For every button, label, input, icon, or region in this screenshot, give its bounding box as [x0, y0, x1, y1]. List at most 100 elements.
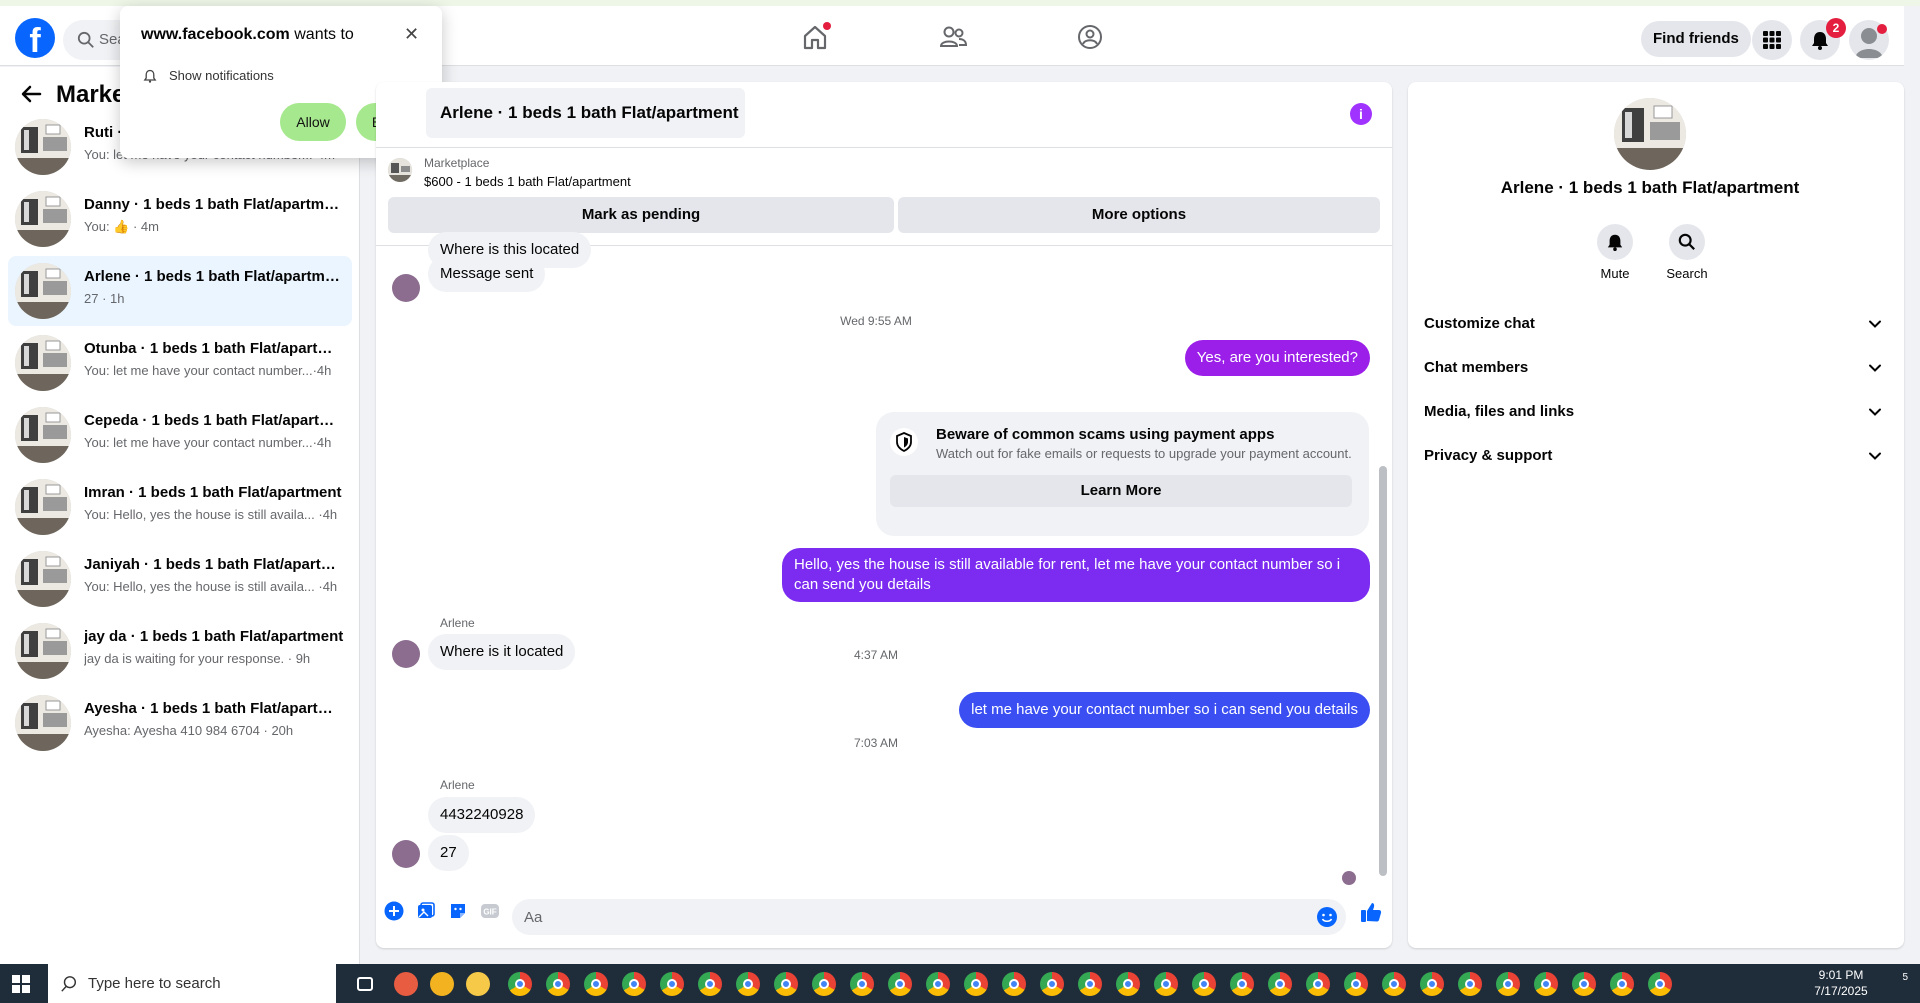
chrome-window-icon[interactable] — [1002, 972, 1026, 996]
plus-circle-icon[interactable] — [384, 901, 404, 921]
emoji-icon[interactable] — [1316, 906, 1338, 928]
info-icon[interactable]: i — [1350, 103, 1372, 125]
details-section-3[interactable]: Media, files and links — [1424, 394, 1884, 430]
chrome-window-icon[interactable] — [1040, 972, 1064, 996]
chrome-window-icon[interactable] — [774, 972, 798, 996]
listing-thumbnail[interactable] — [388, 158, 412, 182]
chrome-window-icon[interactable] — [964, 972, 988, 996]
chat-details-panel: Arlene · 1 beds 1 bath Flat/apartment Mu… — [1408, 82, 1904, 948]
message-line: can send you details — [794, 576, 931, 593]
action-center-count: 5 — [1902, 972, 1908, 983]
chrome-window-icon[interactable] — [1382, 972, 1406, 996]
listing-thumbnail — [15, 263, 71, 319]
chrome-window-icon[interactable] — [508, 972, 532, 996]
chrome-window-icon[interactable] — [1572, 972, 1596, 996]
outgoing-message: Yes, are you interested? — [1184, 340, 1370, 376]
incoming-message: 4432240928 — [428, 797, 536, 833]
chrome-window-icon[interactable] — [1116, 972, 1140, 996]
mute-action[interactable]: Mute — [1580, 224, 1650, 281]
chat-scrollbar-thumb[interactable] — [1379, 466, 1387, 876]
file-explorer-icon[interactable] — [466, 972, 490, 996]
chrome-window-icon[interactable] — [1344, 972, 1368, 996]
conversation-item[interactable]: Danny · 1 beds 1 bath Flat/apartment You:… — [8, 184, 352, 254]
conversation-item[interactable]: Ayesha · 1 beds 1 bath Flat/apartment Aye… — [8, 688, 352, 758]
chrome-window-icon[interactable] — [926, 972, 950, 996]
details-section-1[interactable]: Customize chat — [1424, 306, 1884, 342]
chrome-window-icon[interactable] — [888, 972, 912, 996]
chrome-window-icon[interactable] — [660, 972, 684, 996]
conversation-item[interactable]: jay da · 1 beds 1 bath Flat/apartment jay… — [8, 616, 352, 686]
shield-icon — [890, 428, 918, 456]
listing-thumbnail — [15, 623, 71, 679]
conversation-item[interactable]: Cepeda · 1 beds 1 bath Flat/apartment You… — [8, 400, 352, 470]
sticker-icon[interactable] — [448, 901, 468, 921]
chrome-window-icon[interactable] — [1192, 972, 1216, 996]
popup-close-icon[interactable]: ✕ — [404, 24, 419, 45]
chrome-window-icon[interactable] — [1230, 972, 1254, 996]
section-label: Media, files and links — [1424, 403, 1575, 420]
search-icon — [61, 976, 77, 992]
chrome-window-icon[interactable] — [1268, 972, 1292, 996]
search-action[interactable]: Search — [1652, 224, 1722, 281]
listing-thumbnail — [15, 695, 71, 751]
listing-price-title[interactable]: $600 - 1 beds 1 bath Flat/apartment — [424, 174, 631, 189]
chrome-window-icon[interactable] — [1496, 972, 1520, 996]
action-center-icon[interactable]: 5 — [1886, 972, 1908, 994]
chrome-window-icon[interactable] — [1534, 972, 1558, 996]
message-input[interactable]: Aa — [512, 899, 1346, 935]
chrome-window-icon[interactable] — [812, 972, 836, 996]
chat-header: Arlene · 1 beds 1 bath Flat/apartment i — [376, 82, 1392, 148]
chrome-window-icon[interactable] — [1648, 972, 1672, 996]
more-options-button[interactable]: More options — [898, 197, 1380, 233]
chrome-window-icon[interactable] — [1306, 972, 1330, 996]
conversation-item[interactable]: Imran · 1 beds 1 bath Flat/apartment You:… — [8, 472, 352, 542]
search-icon — [77, 31, 94, 48]
sender-avatar — [392, 840, 420, 868]
marketplace-label: Marketplace — [424, 156, 490, 170]
like-thumbs-up-icon[interactable] — [1359, 900, 1383, 924]
chat-title[interactable]: Arlene · 1 beds 1 bath Flat/apartment — [426, 88, 745, 138]
details-section-4[interactable]: Privacy & support — [1424, 438, 1884, 474]
conversation-item[interactable]: Arlene · 1 beds 1 bath Flat/apartment 27 … — [8, 256, 352, 326]
chrome-window-icon[interactable] — [1458, 972, 1482, 996]
mark-as-pending-button[interactable]: Mark as pending — [388, 197, 894, 233]
chrome-window-icon[interactable] — [622, 972, 646, 996]
chrome-window-icon[interactable] — [546, 972, 570, 996]
back-arrow-icon[interactable] — [20, 83, 42, 105]
system-clock[interactable]: 9:01 PM 7/17/2025 — [1800, 967, 1882, 999]
app-icon[interactable] — [394, 972, 418, 996]
allow-button[interactable]: Allow — [280, 103, 346, 141]
learn-more-button[interactable]: Learn More — [890, 475, 1352, 507]
task-view-icon[interactable] — [357, 977, 373, 991]
message-thread[interactable]: Where is this located Message sent Wed 9… — [376, 232, 1392, 885]
scam-warning-description: Watch out for fake emails or requests to… — [936, 446, 1352, 461]
menu-button[interactable] — [1752, 20, 1792, 60]
gif-icon[interactable]: GIF — [480, 901, 500, 921]
friends-icon[interactable] — [938, 22, 968, 52]
sender-name: Arlene — [440, 616, 475, 630]
groups-icon[interactable] — [1075, 22, 1105, 52]
grid-menu-icon — [1763, 31, 1781, 49]
conversation-preview: Ayesha: Ayesha 410 984 6704 · 20h — [84, 723, 294, 738]
chrome-window-icon[interactable] — [584, 972, 608, 996]
facebook-logo-icon[interactable]: f — [15, 18, 55, 58]
conversation-preview: You: 👍 · 4m — [84, 219, 159, 234]
listing-photo[interactable] — [1614, 98, 1686, 170]
chrome-window-icon[interactable] — [1420, 972, 1444, 996]
chrome-window-icon[interactable] — [1610, 972, 1634, 996]
chrome-window-icon[interactable] — [1154, 972, 1178, 996]
chrome-window-icon[interactable] — [736, 972, 760, 996]
listing-photo-icon — [1614, 98, 1686, 170]
chrome-window-icon[interactable] — [698, 972, 722, 996]
find-friends-button[interactable]: Find friends — [1641, 21, 1751, 57]
windows-start-icon[interactable] — [12, 975, 30, 993]
details-section-2[interactable]: Chat members — [1424, 350, 1884, 386]
message-composer: GIF Aa — [376, 885, 1392, 948]
chrome-window-icon[interactable] — [1078, 972, 1102, 996]
conversation-item[interactable]: Otunba · 1 beds 1 bath Flat/apartment You… — [8, 328, 352, 398]
taskbar-search-input[interactable]: Type here to search — [48, 964, 336, 1003]
photo-icon[interactable] — [416, 901, 436, 921]
app-icon[interactable] — [430, 972, 454, 996]
conversation-item[interactable]: Janiyah · 1 beds 1 bath Flat/apartment Yo… — [8, 544, 352, 614]
chrome-window-icon[interactable] — [850, 972, 874, 996]
